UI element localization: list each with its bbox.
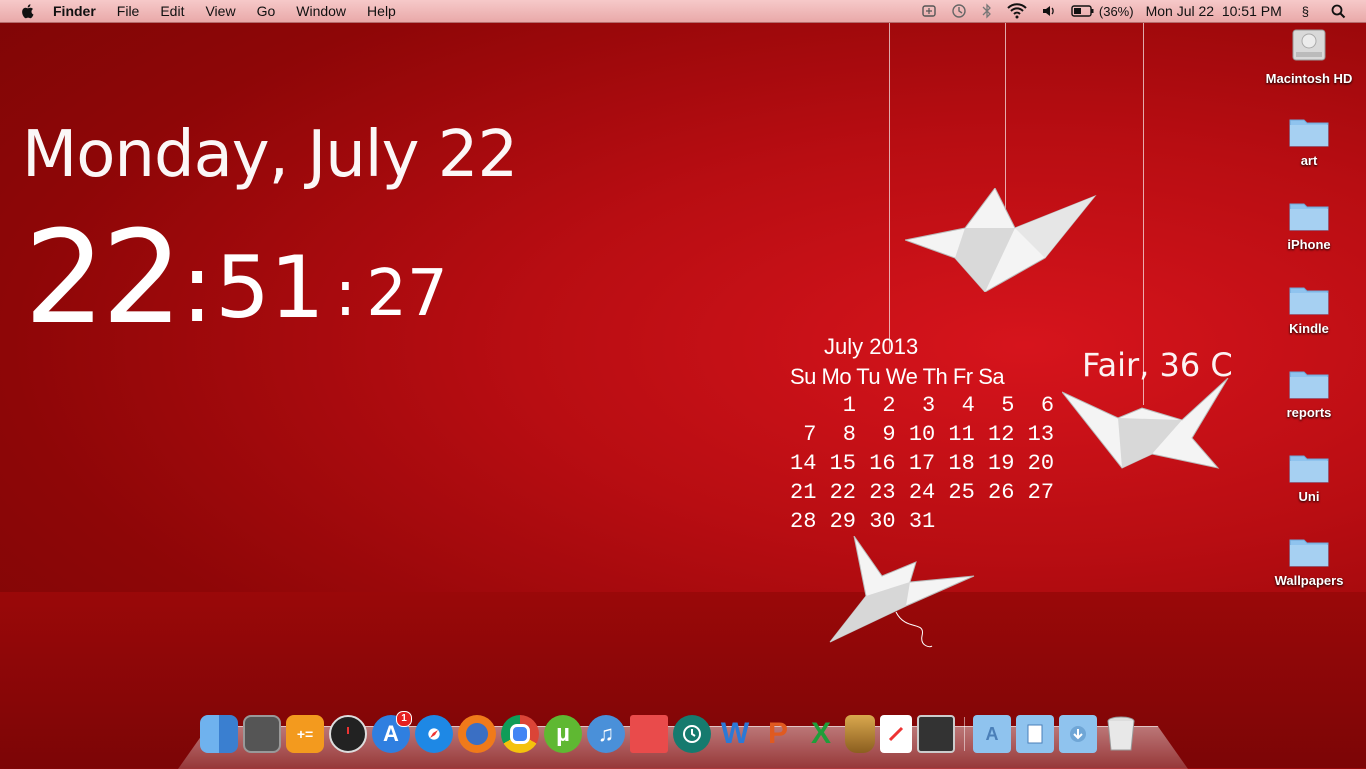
chrome-app-icon[interactable]: [501, 715, 539, 753]
desktop-icon-uni[interactable]: Uni: [1262, 450, 1356, 504]
volume-icon[interactable]: [1041, 3, 1057, 19]
desktop-icon-art[interactable]: art: [1262, 114, 1356, 168]
folder-icon: [1289, 119, 1329, 147]
finder-app-icon[interactable]: [200, 715, 238, 753]
powerpoint-app-icon[interactable]: P: [759, 715, 797, 753]
desktop-icon-label: Wallpapers: [1274, 573, 1344, 588]
desktop-icon-label: Macintosh HD: [1265, 71, 1353, 86]
bluetooth-icon[interactable]: [981, 3, 993, 19]
desktop-icon-label: reports: [1286, 405, 1332, 420]
menu-app-name[interactable]: Finder: [53, 3, 96, 19]
crane-string: [889, 0, 890, 352]
folder-icon: [1289, 455, 1329, 483]
clock-hours: 22: [24, 204, 183, 353]
wifi-icon[interactable]: [1007, 3, 1027, 19]
spotlight-search-icon[interactable]: [1331, 4, 1346, 19]
menubar-extra-item[interactable]: §: [1302, 4, 1309, 19]
calendar-week: 28 29 30 31: [790, 509, 936, 534]
calendar-week: 14 15 16 17 18 19 20: [790, 451, 1055, 476]
menu-view[interactable]: View: [205, 3, 235, 19]
desktop-icon-iphone[interactable]: iPhone: [1262, 198, 1356, 252]
applications-stack-icon[interactable]: A: [973, 715, 1011, 753]
origami-crane-icon: [905, 188, 1097, 292]
menu-file[interactable]: File: [117, 3, 140, 19]
desktop-icon-kindle[interactable]: Kindle: [1262, 282, 1356, 336]
folder-icon: [1289, 203, 1329, 231]
documents-stack-icon[interactable]: [1016, 715, 1054, 753]
downloads-stack-icon[interactable]: [1059, 715, 1097, 753]
time-machine-icon[interactable]: [951, 3, 967, 19]
clock-separator: :: [180, 232, 214, 344]
dock: += A 1 µ ♫ W P X A: [200, 711, 1145, 755]
time-machine-app-icon[interactable]: [673, 715, 711, 753]
excel-app-icon[interactable]: X: [802, 715, 840, 753]
menu-window[interactable]: Window: [296, 3, 346, 19]
desktop-icon-label: Kindle: [1289, 321, 1329, 336]
desktop-icon-label: Uni: [1298, 489, 1320, 504]
app-store-app-icon[interactable]: A 1: [372, 711, 412, 753]
folder-icon: [1289, 287, 1329, 315]
origami-crane-icon: [1062, 378, 1229, 469]
menu-help[interactable]: Help: [367, 3, 396, 19]
firefox-app-icon[interactable]: [458, 715, 496, 753]
calendar-month-title: July 2013: [824, 334, 919, 359]
clock-minutes: 51: [215, 238, 325, 338]
folder-icon: [1289, 371, 1329, 399]
calendar-weekdays: Su Mo Tu We Th Fr Sa: [790, 364, 1005, 389]
safari-app-icon[interactable]: [415, 715, 453, 753]
notification-badge: 1: [396, 711, 412, 727]
menu-go[interactable]: Go: [257, 3, 276, 19]
origami-crane-icon: [829, 536, 975, 648]
utorrent-app-icon[interactable]: µ: [544, 715, 582, 753]
clock-seconds: 27: [366, 257, 448, 331]
crane-string: [1005, 0, 1006, 215]
desktop-icon-macintosh-hd[interactable]: Macintosh HD: [1262, 26, 1356, 86]
desktop-icon-wallpapers[interactable]: Wallpapers: [1262, 534, 1356, 588]
folder-icon: [1289, 539, 1329, 567]
bucket-app-icon[interactable]: [845, 715, 875, 753]
desktop-clock: 22 : 51 : 27: [24, 204, 448, 353]
battery-icon[interactable]: [1071, 4, 1095, 18]
calendar-week: 7 8 9 10 11 12 13: [790, 422, 1055, 447]
word-app-icon[interactable]: W: [716, 715, 754, 753]
dock-divider: [964, 717, 965, 751]
trash-icon[interactable]: [1102, 715, 1140, 753]
calendar-week: 21 22 23 24 25 26 27: [790, 480, 1055, 505]
weather-widget: Fair, 36 C: [1082, 346, 1233, 384]
calculator-app-icon[interactable]: +=: [286, 715, 324, 753]
photo-booth-app-icon[interactable]: [243, 715, 281, 753]
photo-slideshow-app-icon[interactable]: [630, 715, 668, 753]
itunes-app-icon[interactable]: ♫: [587, 715, 625, 753]
battery-percentage[interactable]: (36%): [1099, 4, 1134, 19]
apple-logo-icon[interactable]: [19, 2, 37, 20]
desktop-icon-reports[interactable]: reports: [1262, 366, 1356, 420]
menu-bar: Finder File Edit View Go Window Help (36…: [0, 0, 1366, 23]
crane-string: [1143, 0, 1144, 405]
desktop-icon-label: art: [1300, 153, 1318, 168]
menu-edit[interactable]: Edit: [160, 3, 184, 19]
menubar-clock[interactable]: Mon Jul 22 10:51 PM: [1146, 3, 1282, 19]
dashboard-app-icon[interactable]: [329, 715, 367, 753]
screen-capture-app-icon[interactable]: [917, 715, 955, 753]
desktop-date: Monday, July 22: [22, 118, 518, 192]
calendar-week: 1 2 3 4 5 6: [790, 393, 1055, 418]
desktop-icon-label: iPhone: [1287, 237, 1331, 252]
clock-separator: :: [334, 257, 357, 331]
sync-status-icon[interactable]: [921, 3, 937, 19]
sketch-app-icon[interactable]: [880, 715, 912, 753]
hard-drive-icon: [1292, 29, 1326, 61]
